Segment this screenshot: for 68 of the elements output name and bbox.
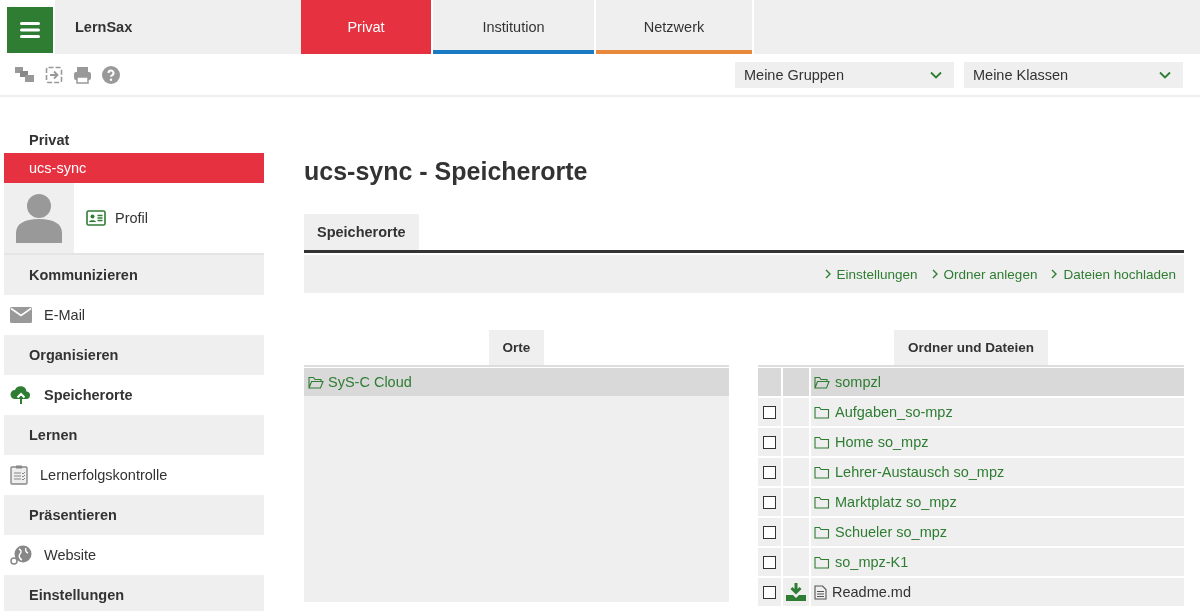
folder-icon xyxy=(814,435,830,449)
folder-link[interactable]: sompzl xyxy=(814,374,881,390)
mail-icon xyxy=(10,307,32,323)
folder-icon xyxy=(814,465,830,479)
folder-link[interactable]: Aufgaben_so-mpz xyxy=(814,404,953,420)
folder-link[interactable]: Schueler so_mpz xyxy=(814,524,948,540)
nav-tab[interactable]: Netzwerk xyxy=(596,0,752,54)
section-heading: Kommunizieren xyxy=(4,255,264,295)
row-checkbox[interactable] xyxy=(763,405,776,419)
sidebar-title: Privat xyxy=(28,131,71,150)
clipboard-icon xyxy=(10,465,28,485)
location-item[interactable]: SyS-C Cloud xyxy=(304,368,729,396)
chevron-right-icon xyxy=(931,269,938,279)
section-heading: Lernen xyxy=(4,415,264,455)
windows-icon[interactable] xyxy=(15,66,35,83)
row-checkbox[interactable] xyxy=(763,435,776,449)
folder-icon xyxy=(814,405,830,419)
action-link[interactable]: Einstellungen xyxy=(824,266,918,282)
sidebar-item[interactable]: Lernerfolgskontrolle xyxy=(4,455,264,495)
section-heading: Präsentieren xyxy=(4,495,264,535)
folder-link[interactable]: Home so_mpz xyxy=(814,434,929,450)
sidebar-item[interactable]: E-Mail xyxy=(4,295,264,335)
action-link[interactable]: Dateien hochladen xyxy=(1051,266,1176,282)
person-icon xyxy=(16,193,62,243)
menu-icon xyxy=(20,22,40,38)
row-checkbox[interactable] xyxy=(763,555,776,569)
folder-link[interactable]: Lehrer-Austausch so_mpz xyxy=(814,464,1005,480)
nav-tab[interactable]: Privat xyxy=(301,0,431,54)
folder-link[interactable]: Marktplatz so_mpz xyxy=(814,494,957,510)
section-heading: Einstellungen xyxy=(4,575,264,611)
row-checkbox[interactable] xyxy=(763,495,776,509)
column-heading: Ordner und Dateien xyxy=(894,330,1048,365)
folder-open-icon xyxy=(308,375,324,389)
cloud-upload-icon xyxy=(10,386,32,404)
file-link[interactable]: Readme.md xyxy=(814,584,911,600)
sidebar-item[interactable]: Speicherorte xyxy=(4,375,264,415)
help-icon[interactable] xyxy=(102,65,120,84)
app-name: LernSax xyxy=(75,19,133,35)
section-heading: Organisieren xyxy=(4,335,264,375)
action-link[interactable]: Ordner anlegen xyxy=(931,266,1038,282)
chevron-down-icon xyxy=(1159,70,1171,79)
row-checkbox[interactable] xyxy=(763,465,776,479)
folder-icon xyxy=(814,555,830,569)
folder-link[interactable]: so_mpz-K1 xyxy=(814,554,909,570)
row-checkbox[interactable] xyxy=(763,525,776,539)
folder-open-icon xyxy=(814,375,830,389)
download-icon[interactable] xyxy=(786,583,806,601)
folder-icon xyxy=(814,495,830,509)
logout-icon[interactable] xyxy=(45,65,63,84)
group-select[interactable]: Meine Klassen xyxy=(964,61,1183,88)
print-icon[interactable] xyxy=(73,65,92,84)
page-title: ucs-sync - Speicherorte xyxy=(304,157,589,186)
chevron-right-icon xyxy=(1051,269,1058,279)
id-card-icon xyxy=(86,210,106,226)
column-heading: Orte xyxy=(488,330,545,365)
current-context: ucs-sync xyxy=(4,153,264,183)
content-tab[interactable]: Speicherorte xyxy=(304,214,419,250)
group-select[interactable]: Meine Gruppen xyxy=(735,61,954,88)
chevron-right-icon xyxy=(824,269,831,279)
sidebar-item[interactable]: Website xyxy=(4,535,264,575)
nav-tab[interactable]: Institution xyxy=(433,0,594,54)
profile-link[interactable]: Profil xyxy=(74,183,149,253)
globe-icon xyxy=(10,545,32,565)
chevron-down-icon xyxy=(930,70,942,79)
row-checkbox[interactable] xyxy=(763,585,776,599)
folder-icon xyxy=(814,525,830,539)
menu-button[interactable] xyxy=(7,7,53,53)
document-icon xyxy=(814,584,827,600)
